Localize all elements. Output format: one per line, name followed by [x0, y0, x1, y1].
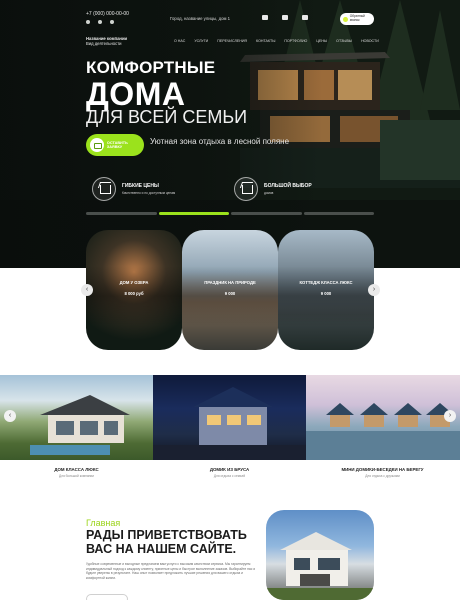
hero-title-line1: КОМФОРТНЫЕ: [86, 58, 216, 77]
offer-card[interactable]: КОТТЕДЖ КЛАССА ЛЮКС 9 000: [278, 230, 374, 350]
gallery-caption: МИНИ ДОМИКИ-БЕСЕДКИ НА БЕРЕГУ Для отдыха…: [306, 467, 459, 478]
feature-title: БОЛЬШОЙ ВЫБОР: [264, 183, 312, 189]
callback-button[interactable]: Обратный звонок: [340, 13, 374, 25]
gallery-image-timber-house[interactable]: [153, 375, 306, 460]
card-price: 9 000: [320, 291, 332, 296]
timber-house-image: [153, 387, 306, 460]
nav-item[interactable]: УСЛУГИ: [194, 39, 208, 43]
social-icon[interactable]: [110, 20, 114, 24]
slider-segment[interactable]: [231, 212, 302, 215]
youtube-icon[interactable]: [262, 15, 268, 20]
phone-icon[interactable]: [302, 15, 308, 20]
feature-desc: Качественно и по доступным ценам: [122, 191, 176, 195]
hero-title-line3: ДЛЯ ВСЕЙ СЕМЬИ: [86, 107, 248, 127]
welcome-text: Удобные современные и выгодные предлагае…: [86, 562, 256, 580]
slider-progress: [86, 212, 374, 215]
feature-title: ГИБКИЕ ЦЕНЫ: [122, 183, 159, 189]
gallery-image-luxury-house[interactable]: [0, 375, 153, 460]
phone-call-icon: [343, 16, 348, 22]
welcome-title: РАДЫ ПРИВЕТСТВОВАТЬ ВАС НА НАШЕМ САЙТЕ.: [86, 528, 247, 556]
offer-card[interactable]: ДОМ У ОЗЕРА 8 000 руб: [86, 230, 182, 350]
gallery-desc: Для отдыха с друзьями: [365, 474, 400, 478]
gallery-prev-arrow-icon[interactable]: ‹: [4, 410, 16, 422]
gallery-caption: ДОМИК ИЗ БРУСА Для отдыха с семьей: [153, 467, 306, 478]
feature-large-choice: БОЛЬШОЙ ВЫБОР домов: [234, 177, 312, 201]
luxury-house-image: [30, 395, 130, 455]
nav-item[interactable]: ПОРТФОЛИО: [284, 39, 307, 43]
nav-item[interactable]: ПЕРЕЧИСЛЕНИЯ: [217, 39, 247, 43]
nav-item[interactable]: О НАС: [174, 39, 185, 43]
cards-next-arrow-icon[interactable]: ›: [368, 284, 380, 296]
card-title: ДОМ У ОЗЕРА: [119, 280, 149, 285]
gallery-desc: Для большой компании: [59, 474, 94, 478]
card-overlay: [278, 230, 374, 350]
card-price: 9 000: [224, 291, 236, 296]
cta-button[interactable]: ОСТАВИТЬ ЗАЯВКУ: [86, 134, 144, 156]
top-bar: +7 (000) 000-00-00 Город, название улицы…: [86, 10, 374, 32]
slider-segment-active[interactable]: [158, 212, 229, 215]
card-overlay: [86, 230, 182, 350]
offer-card[interactable]: ПРАЗДНИК НА ПРИРОДЕ 9 000: [182, 230, 278, 350]
card-title: ПРАЗДНИК НА ПРИРОДЕ: [204, 280, 256, 285]
nav-item[interactable]: ЦЕНЫ: [316, 39, 327, 43]
callback-label: Обратный звонок: [349, 14, 365, 22]
hero-section: +7 (000) 000-00-00 Город, название улицы…: [0, 0, 460, 268]
slider-segment[interactable]: [86, 212, 157, 215]
modern-house-image: [266, 532, 374, 600]
social-links-small: [86, 20, 114, 24]
address: Город, название улицы, дом 1: [170, 16, 231, 21]
gallery-caption: ДОМ КЛАССА ЛЮКС Для большой компании: [0, 467, 153, 478]
card-overlay: [182, 230, 278, 350]
gallery-title: МИНИ ДОМИКИ-БЕСЕДКИ НА БЕРЕГУ: [341, 467, 424, 472]
more-button[interactable]: [86, 594, 128, 600]
nav-item[interactable]: КОНТАКТЫ: [256, 39, 275, 43]
hero-tagline: Уютная зона отдыха в лесной поляне: [150, 137, 290, 146]
mini-houses-image: [306, 403, 460, 460]
gallery-image-mini-houses[interactable]: [306, 375, 460, 460]
house-lock-icon: [234, 177, 258, 201]
card-title: КОТТЕДЖ КЛАССА ЛЮКС: [299, 280, 353, 285]
social-icon[interactable]: [98, 20, 102, 24]
welcome-subtitle: Главная: [86, 518, 121, 528]
card-price: 8 000 руб: [124, 291, 144, 296]
main-nav: О НАС УСЛУГИ ПЕРЕЧИСЛЕНИЯ КОНТАКТЫ ПОРТФ…: [174, 39, 379, 43]
vk-icon[interactable]: [282, 15, 288, 20]
mail-icon: [90, 138, 104, 152]
company-desc: Вид деятельности: [86, 41, 122, 46]
feature-flexible-prices: ГИБКИЕ ЦЕНЫ Качественно и по доступным ц…: [92, 177, 175, 201]
welcome-house-image: [266, 510, 374, 600]
gallery-desc: Для отдыха с семьей: [213, 474, 246, 478]
nav-item[interactable]: ОТЗЫВЫ: [336, 39, 352, 43]
social-links: [262, 15, 308, 20]
feature-desc: домов: [264, 191, 274, 195]
slider-segment[interactable]: [303, 212, 374, 215]
company-block[interactable]: Название компании Вид деятельности: [86, 36, 127, 46]
phone-number[interactable]: +7 (000) 000-00-00: [86, 11, 129, 17]
gallery-title: ДОМИК ИЗ БРУСА: [209, 467, 250, 472]
gallery-next-arrow-icon[interactable]: ›: [444, 410, 456, 422]
gallery-title: ДОМ КЛАССА ЛЮКС: [54, 467, 99, 472]
social-icon[interactable]: [86, 20, 90, 24]
cta-label: ОСТАВИТЬ ЗАЯВКУ: [106, 140, 128, 149]
offer-cards: ДОМ У ОЗЕРА 8 000 руб ПРАЗДНИК НА ПРИРОД…: [86, 230, 374, 350]
house-icon: [92, 177, 116, 201]
nav-item[interactable]: НОВОСТИ: [361, 39, 379, 43]
cards-prev-arrow-icon[interactable]: ‹: [81, 284, 93, 296]
